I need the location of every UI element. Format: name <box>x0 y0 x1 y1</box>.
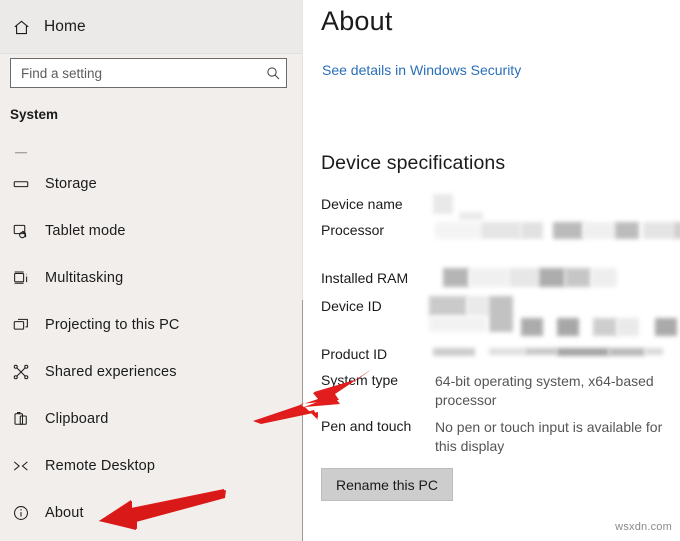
sidebar-item-about[interactable]: About <box>0 489 295 536</box>
spec-row-product-id: Product ID <box>321 346 387 366</box>
sidebar-item-multitasking[interactable]: Multitasking <box>0 254 295 301</box>
storage-icon <box>10 173 32 195</box>
sidebar-item-shared-experiences[interactable]: Shared experiences <box>0 348 295 395</box>
sidebar-item-remote-desktop-label: Remote Desktop <box>45 457 156 474</box>
sidebar-item-storage[interactable]: Storage <box>0 160 295 207</box>
device-specifications-heading: Device specifications <box>321 152 506 174</box>
search-box[interactable] <box>10 58 287 88</box>
spec-label-device-name: Device name <box>321 196 403 212</box>
sidebar-item-projecting-label: Projecting to this PC <box>45 316 180 333</box>
sidebar-section-title: System <box>10 107 59 122</box>
sidebar-item-shared-experiences-label: Shared experiences <box>45 363 177 380</box>
sidebar-item-projecting-to-this-pc[interactable]: Projecting to this PC <box>0 301 295 348</box>
home-icon <box>10 16 32 38</box>
settings-window: Home System <box>0 0 680 541</box>
clipboard-icon <box>10 408 32 430</box>
page-title: About <box>321 6 393 36</box>
search-icon[interactable] <box>260 59 286 87</box>
sidebar-item-clipboard[interactable]: Clipboard <box>0 395 295 442</box>
spec-label-system-type: System type <box>321 372 399 388</box>
sidebar-item-clipboard-label: Clipboard <box>45 410 109 427</box>
search-input[interactable] <box>11 59 260 87</box>
spec-row-processor: Processor <box>321 222 384 242</box>
spec-row-installed-ram: Installed RAM <box>321 270 408 290</box>
sidebar-nav-list: Storage Tablet mode Multitasking Project… <box>0 133 295 536</box>
multitasking-icon <box>10 267 32 289</box>
sidebar-item-tablet-mode[interactable]: Tablet mode <box>0 207 295 254</box>
shared-experiences-icon <box>10 361 32 383</box>
about-info-icon <box>10 502 32 524</box>
sidebar-item-about-label: About <box>45 504 84 521</box>
sidebar-item-multitasking-label: Multitasking <box>45 269 124 286</box>
projecting-icon <box>10 314 32 336</box>
spec-label-product-id: Product ID <box>321 346 388 362</box>
watermark: wsxdn.com <box>615 521 672 533</box>
sidebar-item-partial[interactable] <box>0 133 295 160</box>
settings-sidebar: Home System <box>0 0 303 541</box>
rename-this-pc-button[interactable]: Rename this PC <box>321 468 453 501</box>
sidebar-item-storage-label: Storage <box>45 175 97 192</box>
about-page-content: About See details in Windows Security De… <box>303 0 680 541</box>
spec-value-system-type: 64-bit operating system, x64-based proce… <box>435 373 654 408</box>
windows-security-link[interactable]: See details in Windows Security <box>322 62 521 78</box>
tablet-mode-icon <box>10 220 32 242</box>
sidebar-home-button[interactable]: Home <box>0 10 290 44</box>
remote-desktop-icon <box>10 455 32 477</box>
partial-item-icon <box>10 138 32 160</box>
spec-value-pen-and-touch: No pen or touch input is available for t… <box>435 419 663 454</box>
spec-row-pen-and-touch: Pen and touch <box>321 418 411 438</box>
spec-label-installed-ram: Installed RAM <box>321 270 409 286</box>
spec-row-device-name: Device name <box>321 196 403 216</box>
sidebar-item-remote-desktop[interactable]: Remote Desktop <box>0 442 295 489</box>
sidebar-item-tablet-mode-label: Tablet mode <box>45 222 126 239</box>
spec-row-system-type: System type <box>321 372 398 392</box>
spec-label-device-id: Device ID <box>321 298 382 314</box>
spec-label-processor: Processor <box>321 222 385 238</box>
spec-row-device-id: Device ID <box>321 298 382 318</box>
sidebar-home-label: Home <box>44 18 86 35</box>
spec-label-pen-and-touch: Pen and touch <box>321 418 412 434</box>
